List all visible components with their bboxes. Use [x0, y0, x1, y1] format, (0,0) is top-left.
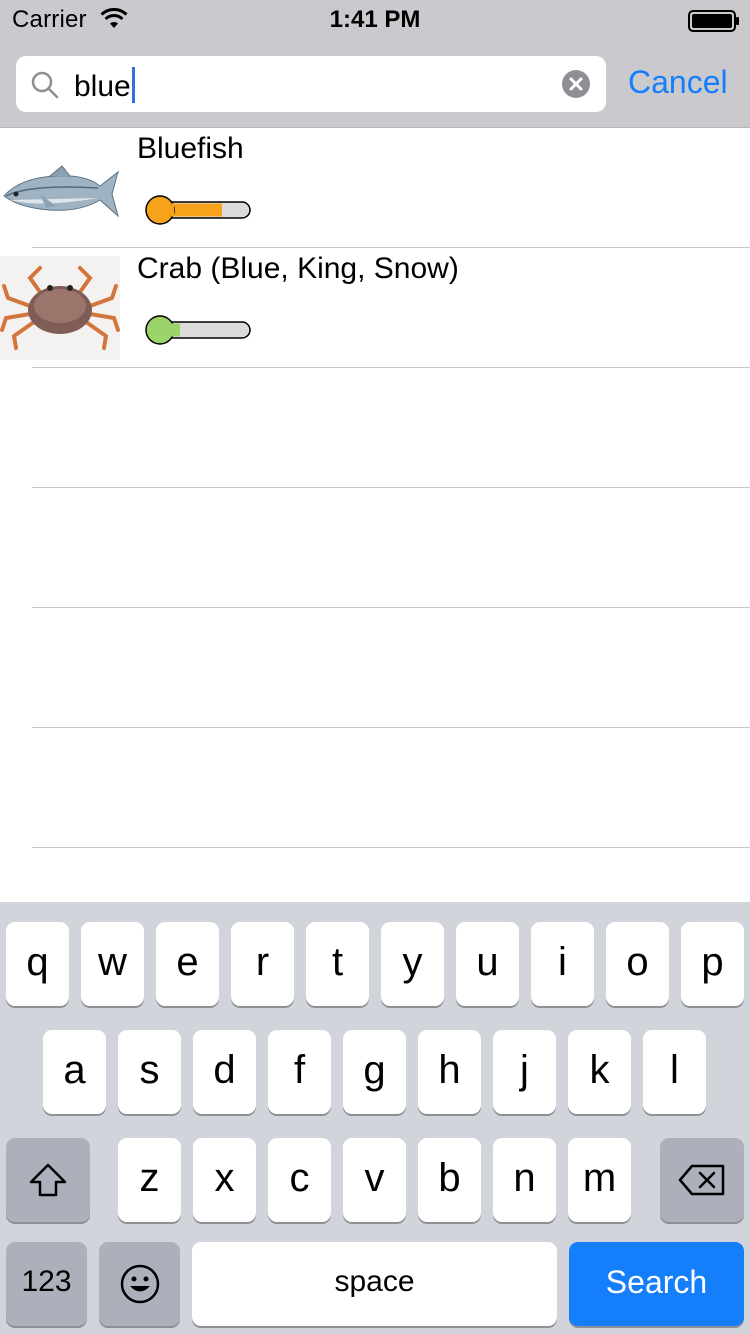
backspace-icon: [678, 1164, 725, 1196]
keyboard: q w e r t y u i o p a s d f g h j k l z …: [0, 902, 750, 1334]
key-f[interactable]: f: [268, 1030, 331, 1114]
result-title: Crab (Blue, King, Snow): [137, 252, 459, 285]
numbers-key[interactable]: 123: [6, 1242, 87, 1326]
key-l[interactable]: l: [643, 1030, 706, 1114]
crab-icon: [0, 256, 120, 360]
key-n[interactable]: n: [493, 1138, 556, 1222]
key-w[interactable]: w: [81, 922, 144, 1006]
result-title: Bluefish: [137, 132, 244, 165]
shift-icon: [29, 1163, 67, 1197]
emoji-icon: [120, 1264, 159, 1304]
delete-key[interactable]: [660, 1138, 744, 1222]
key-o[interactable]: o: [606, 922, 669, 1006]
key-m[interactable]: m: [568, 1138, 631, 1222]
text-caret: [131, 67, 135, 103]
clock: 1:41 PM: [329, 6, 421, 33]
key-k[interactable]: k: [568, 1030, 631, 1114]
key-u[interactable]: u: [456, 922, 519, 1006]
search-query[interactable]: blue: [74, 67, 135, 104]
key-h[interactable]: h: [418, 1030, 481, 1114]
bluefish-icon: [3, 165, 119, 218]
key-c[interactable]: c: [268, 1138, 331, 1222]
search-header: Carrier 1:41 PM blue Cancel: [0, 0, 750, 128]
key-j[interactable]: j: [493, 1030, 556, 1114]
level-gauge: [145, 195, 251, 225]
search-icon: [31, 71, 59, 99]
key-s[interactable]: s: [118, 1030, 181, 1114]
cancel-button[interactable]: Cancel: [628, 64, 728, 101]
key-r[interactable]: r: [231, 922, 294, 1006]
key-t[interactable]: t: [306, 922, 369, 1006]
search-key[interactable]: Search: [569, 1242, 744, 1326]
search-input[interactable]: blue: [16, 56, 606, 112]
row-separator: [32, 367, 750, 368]
results-list: Bluefish Crab (Blue, King, Snow): [0, 128, 750, 902]
level-gauge: [145, 315, 251, 345]
battery-icon: [688, 10, 739, 32]
key-y[interactable]: y: [381, 922, 444, 1006]
key-x[interactable]: x: [193, 1138, 256, 1222]
list-item-bluefish[interactable]: Bluefish: [0, 128, 750, 248]
key-i[interactable]: i: [531, 922, 594, 1006]
clear-text-icon[interactable]: [561, 69, 591, 99]
row-separator: [32, 487, 750, 488]
space-key[interactable]: space: [192, 1242, 557, 1326]
key-d[interactable]: d: [193, 1030, 256, 1114]
key-e[interactable]: e: [156, 922, 219, 1006]
key-v[interactable]: v: [343, 1138, 406, 1222]
key-b[interactable]: b: [418, 1138, 481, 1222]
key-p[interactable]: p: [681, 922, 744, 1006]
search-query-text: blue: [74, 70, 131, 103]
row-separator: [32, 727, 750, 728]
key-a[interactable]: a: [43, 1030, 106, 1114]
shift-key[interactable]: [6, 1138, 90, 1222]
row-separator: [32, 847, 750, 848]
key-q[interactable]: q: [6, 922, 69, 1006]
emoji-key[interactable]: [99, 1242, 180, 1326]
row-separator: [32, 607, 750, 608]
key-g[interactable]: g: [343, 1030, 406, 1114]
list-item-crab[interactable]: Crab (Blue, King, Snow): [0, 248, 750, 368]
status-bar: Carrier 1:41 PM: [0, 0, 750, 40]
key-z[interactable]: z: [118, 1138, 181, 1222]
